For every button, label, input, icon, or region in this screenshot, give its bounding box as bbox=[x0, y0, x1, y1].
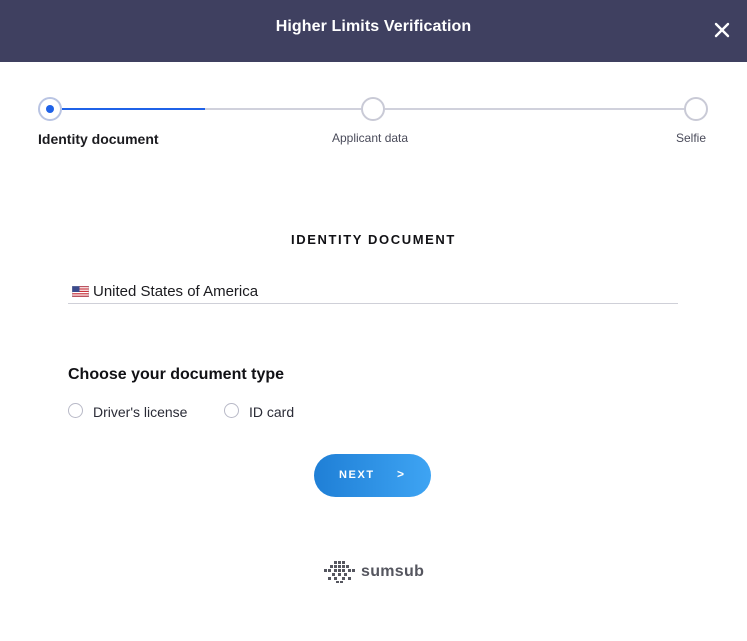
step-label-applicant-data: Applicant data bbox=[332, 131, 409, 145]
close-icon bbox=[714, 22, 730, 38]
radio-id-card[interactable]: ID card bbox=[224, 402, 304, 422]
sumsub-logo-icon bbox=[324, 561, 355, 583]
sumsub-brand: sumsub bbox=[322, 558, 432, 586]
brand-name: sumsub bbox=[361, 563, 425, 580]
active-step-dot bbox=[46, 105, 54, 113]
close-button[interactable] bbox=[709, 17, 735, 43]
stepper-track-2 bbox=[385, 108, 684, 110]
country-select[interactable]: United States of America bbox=[68, 280, 678, 304]
step-label-identity-document: Identity document bbox=[38, 131, 159, 147]
step-selfie-marker bbox=[684, 97, 708, 121]
radio-drivers-license[interactable]: Driver's license bbox=[68, 402, 198, 422]
stepper-track-progress bbox=[62, 108, 205, 110]
radio-label-id-card: ID card bbox=[249, 404, 295, 420]
step-applicant-data-marker bbox=[361, 97, 385, 121]
chevron-right-icon: > bbox=[397, 467, 405, 481]
radio-circle-icon[interactable] bbox=[68, 403, 83, 418]
step-identity-document-marker bbox=[38, 97, 62, 121]
progress-stepper: Identity document Applicant data Selfie bbox=[0, 96, 747, 156]
radio-label-drivers-license: Driver's license bbox=[93, 404, 188, 420]
next-button[interactable]: NEXT > bbox=[314, 454, 431, 497]
section-title: IDENTITY DOCUMENT bbox=[291, 232, 456, 247]
modal-title: Higher Limits Verification bbox=[275, 18, 472, 35]
us-flag-icon bbox=[72, 286, 89, 297]
next-button-label: NEXT bbox=[339, 469, 375, 481]
radio-circle-icon[interactable] bbox=[224, 403, 239, 418]
document-type-title: Choose your document type bbox=[68, 366, 285, 383]
country-value: United States of America bbox=[93, 283, 259, 300]
step-label-selfie: Selfie bbox=[676, 131, 707, 145]
modal-header: Higher Limits Verification bbox=[0, 0, 747, 62]
